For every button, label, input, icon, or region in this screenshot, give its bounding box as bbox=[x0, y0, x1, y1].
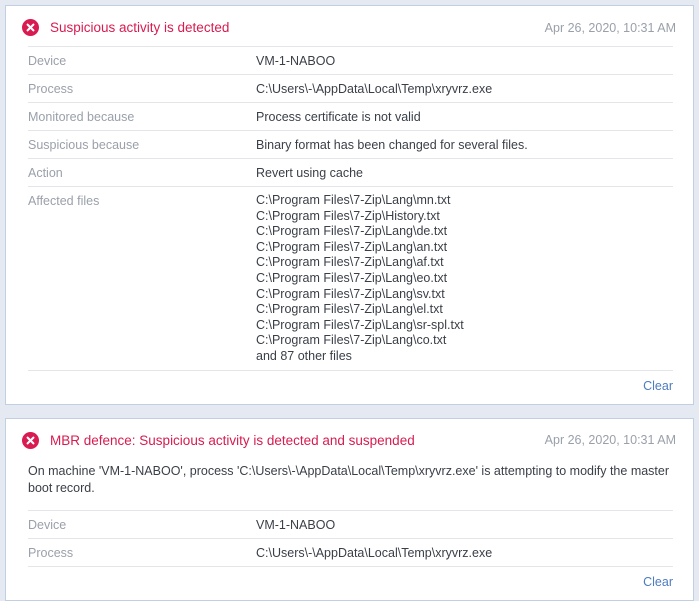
list-item: C:\Program Files\7-Zip\Lang\an.txt bbox=[256, 239, 448, 254]
detail-label: Process bbox=[28, 545, 74, 560]
alert-card-header: MBR defence: Suspicious activity is dete… bbox=[6, 419, 693, 459]
list-item: C:\Program Files\7-Zip\Lang\sv.txt bbox=[256, 286, 445, 301]
affected-files-list: C:\Program Files\7-Zip\Lang\mn.txt C:\Pro… bbox=[256, 193, 673, 365]
list-item: C:\Program Files\7-Zip\Lang\sr-spl.txt bbox=[256, 317, 464, 332]
detail-value: VM-1-NABOO bbox=[256, 517, 336, 532]
error-circle-icon bbox=[22, 431, 39, 449]
clear-button[interactable]: Clear bbox=[643, 575, 673, 589]
detail-label: Suspicious because bbox=[28, 138, 140, 152]
list-item: C:\Program Files\7-Zip\Lang\eo.txt bbox=[256, 270, 448, 285]
alert-timestamp: Apr 26, 2020, 10:31 AM bbox=[544, 433, 676, 448]
alert-card-header: Suspicious activity is detected Apr 26, … bbox=[6, 6, 693, 46]
error-circle-icon bbox=[22, 19, 39, 36]
detail-value: Revert using cache bbox=[256, 166, 364, 180]
list-item: C:\Program Files\7-Zip\Lang\de.txt bbox=[256, 224, 448, 239]
detail-label: Action bbox=[28, 166, 63, 180]
alert-card-footer: Clear bbox=[28, 565, 673, 600]
detail-label: Process bbox=[28, 82, 74, 96]
detail-value: Process certificate is not valid bbox=[256, 110, 421, 124]
table-row: Process C:\Users\-\AppData\Local\Temp\xr… bbox=[28, 74, 673, 102]
list-item: C:\Program Files\7-Zip\Lang\mn.txt bbox=[256, 193, 451, 207]
table-row: Device VM-1-NABOO bbox=[28, 46, 673, 74]
list-item: C:\Program Files\7-Zip\Lang\co.txt bbox=[256, 333, 447, 348]
alert-description: On machine 'VM-1-NABOO', process 'C:\Use… bbox=[28, 463, 670, 495]
detail-label: Device bbox=[28, 54, 67, 68]
detail-label: Monitored because bbox=[28, 110, 135, 124]
list-item: and 87 other files bbox=[256, 348, 352, 363]
alert-timestamp: Apr 26, 2020, 10:31 AM bbox=[544, 20, 676, 35]
alert-details-table: Device VM-1-NABOO Process C:\Users\-\App… bbox=[6, 46, 693, 370]
alert-card-footer: Clear bbox=[28, 369, 673, 404]
detail-value: Binary format has been changed for sever… bbox=[256, 138, 528, 152]
detail-label: Affected files bbox=[28, 194, 100, 208]
detail-value: C:\Users\-\AppData\Local\Temp\xryvrz.exe bbox=[256, 82, 493, 96]
clear-button[interactable]: Clear bbox=[643, 379, 673, 393]
table-row: Process C:\Users\-\AppData\Local\Temp\xr… bbox=[28, 537, 673, 566]
alert-card: MBR defence: Suspicious activity is dete… bbox=[5, 417, 694, 601]
list-item: C:\Program Files\7-Zip\History.txt bbox=[256, 208, 440, 223]
alert-details-table: Device VM-1-NABOO Process C:\Users\-\App… bbox=[6, 509, 693, 566]
detail-value: VM-1-NABOO bbox=[256, 54, 336, 68]
table-row: Monitored because Process certificate is… bbox=[28, 102, 673, 130]
detail-label: Device bbox=[28, 517, 67, 532]
list-item: C:\Program Files\7-Zip\Lang\el.txt bbox=[256, 302, 443, 317]
alert-title: Suspicious activity is detected bbox=[50, 20, 230, 35]
table-row: Device VM-1-NABOO bbox=[28, 509, 673, 538]
table-row: Suspicious because Binary format has bee… bbox=[28, 130, 673, 158]
table-row: Affected files C:\Program Files\7-Zip\La… bbox=[28, 186, 673, 370]
alerts-page: Suspicious activity is detected Apr 26, … bbox=[0, 0, 699, 601]
list-item: C:\Program Files\7-Zip\Lang\af.txt bbox=[256, 255, 444, 270]
detail-value: C:\Users\-\AppData\Local\Temp\xryvrz.exe bbox=[256, 545, 493, 560]
alert-title: MBR defence: Suspicious activity is dete… bbox=[50, 432, 415, 448]
alert-card: Suspicious activity is detected Apr 26, … bbox=[5, 5, 694, 405]
table-row: Action Revert using cache bbox=[28, 158, 673, 186]
